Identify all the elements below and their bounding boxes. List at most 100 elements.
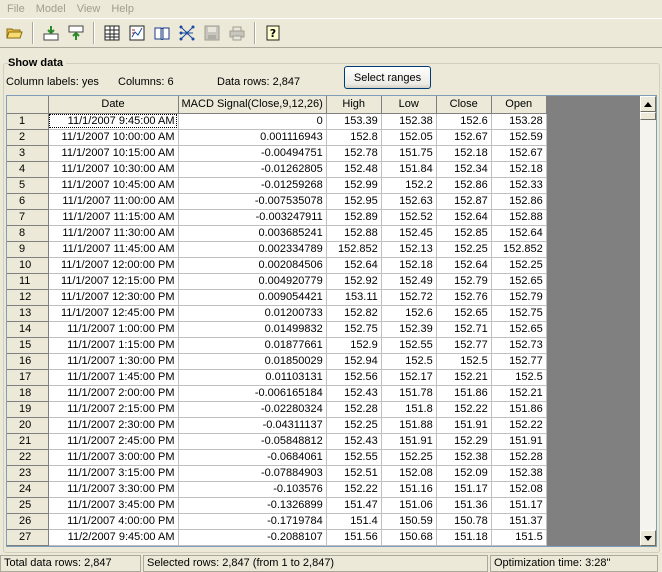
value-cell[interactable]: 152.08 xyxy=(491,481,547,498)
date-cell[interactable]: 11/2/2007 9:45:00 AM xyxy=(48,529,179,546)
table-row[interactable]: 7 11/1/2007 11:15:00 AM -0.003247911 152.89… xyxy=(7,209,547,226)
value-cell[interactable]: 152.64 xyxy=(436,257,492,274)
table-row[interactable]: 9 11/1/2007 11:45:00 AM 0.002334789 152.852… xyxy=(7,241,547,258)
table-row[interactable]: 8 11/1/2007 11:30:00 AM 0.003685241 152.88 1… xyxy=(7,225,547,242)
value-cell[interactable]: 152.63 xyxy=(381,193,437,210)
value-cell[interactable]: 152.33 xyxy=(491,177,547,194)
value-cell[interactable]: 152.65 xyxy=(491,321,547,338)
value-cell[interactable]: 152.64 xyxy=(326,257,382,274)
row-number-cell[interactable]: 14 xyxy=(7,321,49,338)
date-cell[interactable]: 11/1/2007 3:00:00 PM xyxy=(48,449,179,466)
value-cell[interactable]: 152.09 xyxy=(436,465,492,482)
value-cell[interactable]: -0.103576 xyxy=(178,481,327,498)
value-cell[interactable]: 152.18 xyxy=(381,257,437,274)
date-cell[interactable]: 11/1/2007 11:30:00 AM xyxy=(48,225,179,242)
value-cell[interactable]: 151.91 xyxy=(381,433,437,450)
date-cell[interactable]: 11/1/2007 3:30:00 PM xyxy=(48,481,179,498)
table-row[interactable]: 25 11/1/2007 3:45:00 PM -0.1326899 151.47 15… xyxy=(7,497,547,514)
table-row[interactable]: 5 11/1/2007 10:45:00 AM -0.01259268 152.99 1… xyxy=(7,177,547,194)
value-cell[interactable]: 152.67 xyxy=(491,145,547,162)
date-cell[interactable]: 11/1/2007 2:30:00 PM xyxy=(48,417,179,434)
value-cell[interactable]: 151.75 xyxy=(381,145,437,162)
value-cell[interactable]: 152.45 xyxy=(381,225,437,242)
row-number-cell[interactable]: 5 xyxy=(7,177,49,194)
value-cell[interactable]: 152.34 xyxy=(436,161,492,178)
value-cell[interactable]: 152.92 xyxy=(326,273,382,290)
network-button[interactable] xyxy=(175,22,198,45)
value-cell[interactable]: 152.18 xyxy=(436,145,492,162)
value-cell[interactable]: 153.28 xyxy=(491,113,547,130)
value-cell[interactable]: 152.21 xyxy=(436,369,492,386)
value-cell[interactable]: 152.79 xyxy=(436,273,492,290)
menu-file[interactable]: File xyxy=(2,0,31,18)
value-cell[interactable]: 151.84 xyxy=(381,161,437,178)
table-row[interactable]: 18 11/1/2007 2:00:00 PM -0.006165184 152.43… xyxy=(7,385,547,402)
menu-model[interactable]: Model xyxy=(31,0,72,18)
column-header[interactable]: Close xyxy=(436,96,492,114)
row-number-cell[interactable]: 17 xyxy=(7,369,49,386)
scroll-down-button[interactable] xyxy=(640,530,656,546)
value-cell[interactable]: 152.852 xyxy=(491,241,547,258)
value-cell[interactable]: 152.67 xyxy=(436,129,492,146)
value-cell[interactable]: 0.01103131 xyxy=(178,369,327,386)
value-cell[interactable]: 152.18 xyxy=(491,161,547,178)
row-number-cell[interactable]: 6 xyxy=(7,193,49,210)
value-cell[interactable]: 150.59 xyxy=(381,513,437,530)
column-header[interactable]: High xyxy=(326,96,382,114)
value-cell[interactable]: 152.82 xyxy=(326,305,382,322)
value-cell[interactable]: -0.05848812 xyxy=(178,433,327,450)
value-cell[interactable]: 150.68 xyxy=(381,529,437,546)
date-cell[interactable]: 11/1/2007 11:00:00 AM xyxy=(48,193,179,210)
value-cell[interactable]: 152.29 xyxy=(436,433,492,450)
date-cell[interactable]: 11/1/2007 10:00:00 AM xyxy=(48,129,179,146)
row-number-cell[interactable]: 19 xyxy=(7,401,49,418)
row-number-cell[interactable]: 21 xyxy=(7,433,49,450)
value-cell[interactable]: 0 xyxy=(178,113,327,130)
value-cell[interactable]: 152.88 xyxy=(326,225,382,242)
date-cell[interactable]: 11/1/2007 12:45:00 PM xyxy=(48,305,179,322)
value-cell[interactable]: 151.86 xyxy=(491,401,547,418)
value-cell[interactable]: -0.00494751 xyxy=(178,145,327,162)
open-button[interactable] xyxy=(3,22,26,45)
table-row[interactable]: 11 11/1/2007 12:15:00 PM 0.004920779 152.92… xyxy=(7,273,547,290)
value-cell[interactable]: 152.852 xyxy=(326,241,382,258)
value-cell[interactable]: 152.55 xyxy=(381,337,437,354)
row-number-cell[interactable]: 13 xyxy=(7,305,49,322)
value-cell[interactable]: -0.02280324 xyxy=(178,401,327,418)
value-cell[interactable]: 152.78 xyxy=(326,145,382,162)
row-number-cell[interactable]: 3 xyxy=(7,145,49,162)
table-row[interactable]: 1 11/1/2007 9:45:00 AM 0 153.39 152.38 152.6 1… xyxy=(7,113,547,130)
value-cell[interactable]: 151.4 xyxy=(326,513,382,530)
value-cell[interactable]: 152.5 xyxy=(381,353,437,370)
row-number-cell[interactable]: 20 xyxy=(7,417,49,434)
table-row[interactable]: 10 11/1/2007 12:00:00 PM 0.002084506 152.64… xyxy=(7,257,547,274)
date-cell[interactable]: 11/1/2007 2:00:00 PM xyxy=(48,385,179,402)
date-cell[interactable]: 11/1/2007 3:45:00 PM xyxy=(48,497,179,514)
value-cell[interactable]: 152.87 xyxy=(436,193,492,210)
value-cell[interactable]: 152.55 xyxy=(326,449,382,466)
value-cell[interactable]: 152.49 xyxy=(381,273,437,290)
value-cell[interactable]: 152.64 xyxy=(491,225,547,242)
value-cell[interactable]: 152.22 xyxy=(326,481,382,498)
data-grid[interactable]: Date MACD Signal(Close,9,12,26) High Low… xyxy=(6,95,657,547)
row-number-cell[interactable]: 9 xyxy=(7,241,49,258)
value-cell[interactable]: 152.86 xyxy=(436,177,492,194)
menu-help[interactable]: Help xyxy=(106,0,140,18)
row-number-cell[interactable]: 25 xyxy=(7,497,49,514)
date-cell[interactable]: 11/1/2007 9:45:00 AM xyxy=(48,113,179,130)
value-cell[interactable]: 151.86 xyxy=(436,385,492,402)
column-header[interactable]: Low xyxy=(381,96,437,114)
row-number-cell[interactable]: 8 xyxy=(7,225,49,242)
row-number-cell[interactable]: 10 xyxy=(7,257,49,274)
date-cell[interactable]: 11/1/2007 1:30:00 PM xyxy=(48,353,179,370)
help-button[interactable]: ? xyxy=(261,22,284,45)
value-cell[interactable]: -0.0684061 xyxy=(178,449,327,466)
value-cell[interactable]: 151.36 xyxy=(436,497,492,514)
value-cell[interactable]: -0.01259268 xyxy=(178,177,327,194)
row-number-cell[interactable]: 27 xyxy=(7,529,49,546)
value-cell[interactable]: 0.01200733 xyxy=(178,305,327,322)
row-number-cell[interactable]: 23 xyxy=(7,465,49,482)
value-cell[interactable]: 152.76 xyxy=(436,289,492,306)
value-cell[interactable]: 152.48 xyxy=(326,161,382,178)
value-cell[interactable]: 151.06 xyxy=(381,497,437,514)
